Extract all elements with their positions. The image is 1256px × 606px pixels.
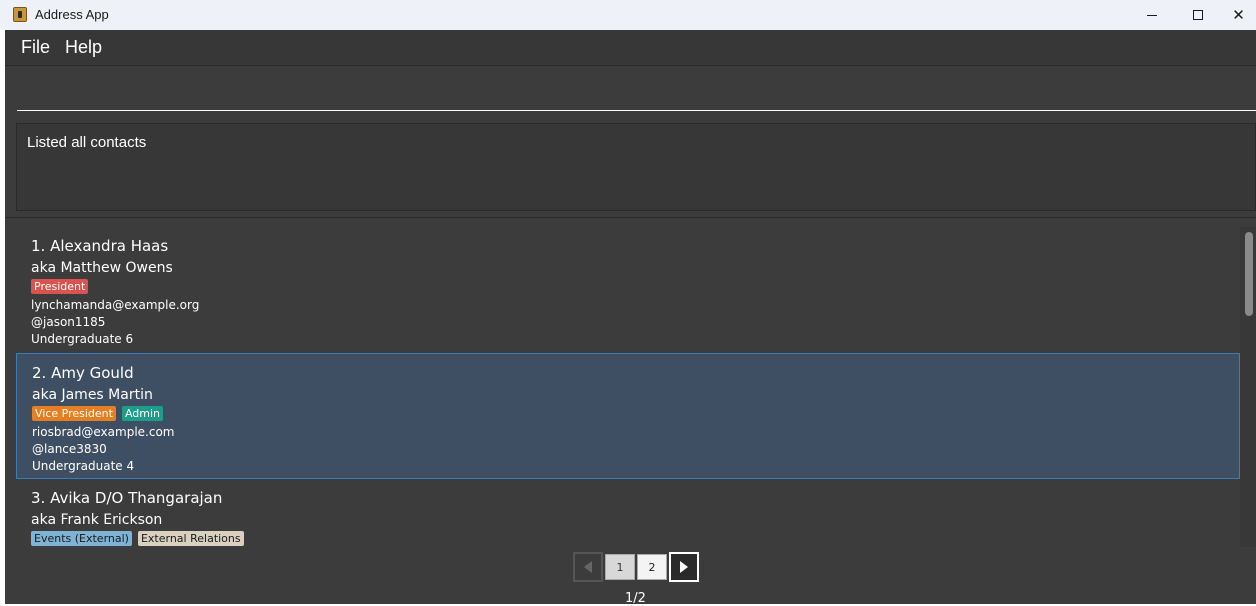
maximize-icon bbox=[1193, 10, 1203, 20]
contact-alias: aka Frank Erickson bbox=[31, 512, 163, 528]
contact-card[interactable]: 3. Avika D/O Thangarajan aka Frank Erick… bbox=[16, 479, 1240, 547]
contact-alias: aka Matthew Owens bbox=[31, 260, 173, 276]
contact-tags: Events (External) External Relations bbox=[31, 531, 244, 546]
page-1-button[interactable]: 1 bbox=[605, 554, 635, 580]
contact-list: 1. Alexandra Haas aka Matthew Owens Pres… bbox=[16, 227, 1256, 547]
window-title: Address App bbox=[35, 7, 109, 22]
result-message: Listed all contacts bbox=[27, 134, 147, 151]
contact-card[interactable]: 1. Alexandra Haas aka Matthew Owens Pres… bbox=[16, 227, 1240, 353]
contact-telegram: @jason1185 bbox=[31, 315, 106, 329]
result-display: Listed all contacts bbox=[16, 123, 1256, 211]
menu-help[interactable]: Help bbox=[65, 37, 102, 58]
close-button[interactable]: ✕ bbox=[1221, 0, 1256, 30]
close-icon: ✕ bbox=[1232, 6, 1245, 24]
pagination: 1 2 bbox=[573, 552, 699, 582]
contact-year: Undergraduate 4 bbox=[32, 459, 135, 473]
list-scrollbar[interactable] bbox=[1242, 227, 1256, 547]
contact-email: riosbrad@example.com bbox=[32, 425, 175, 439]
tag-admin: Admin bbox=[121, 406, 164, 421]
title-bar: Address App ✕ bbox=[0, 0, 1256, 30]
divider bbox=[5, 217, 1256, 218]
tag-vice-president: Vice President bbox=[32, 406, 116, 421]
command-box bbox=[5, 67, 1256, 117]
triangle-left-icon bbox=[584, 561, 592, 573]
minimize-button[interactable] bbox=[1129, 0, 1175, 30]
prev-page-button[interactable] bbox=[573, 552, 603, 582]
contact-telegram: @lance3830 bbox=[32, 442, 107, 456]
contact-card-selected[interactable]: 2. Amy Gould aka James Martin Vice Presi… bbox=[16, 353, 1240, 479]
contact-tags: President bbox=[31, 279, 89, 294]
triangle-right-icon bbox=[680, 561, 688, 573]
address-book-icon bbox=[13, 7, 27, 22]
app-window: File Help Listed all contacts 1. Alexand… bbox=[5, 30, 1256, 606]
page-2-button[interactable]: 2 bbox=[637, 554, 667, 580]
contact-alias: aka James Martin bbox=[32, 387, 153, 403]
tag-president: President bbox=[31, 279, 89, 294]
menu-file[interactable]: File bbox=[21, 37, 50, 58]
maximize-button[interactable] bbox=[1175, 0, 1221, 30]
menu-bar: File Help bbox=[5, 30, 1256, 66]
next-page-button[interactable] bbox=[669, 552, 699, 582]
tag-external-relations: External Relations bbox=[137, 531, 244, 546]
command-input[interactable] bbox=[17, 77, 1256, 111]
tag-events-external: Events (External) bbox=[31, 531, 132, 546]
contact-name: 3. Avika D/O Thangarajan bbox=[31, 489, 223, 507]
contact-email: lynchamanda@example.org bbox=[31, 298, 200, 312]
minimize-icon bbox=[1147, 14, 1157, 16]
scrollbar-thumb[interactable] bbox=[1245, 232, 1253, 316]
contact-name: 1. Alexandra Haas bbox=[31, 237, 169, 255]
contact-year: Undergraduate 6 bbox=[31, 332, 134, 346]
contact-tags: Vice President Admin bbox=[32, 406, 164, 421]
contact-name: 2. Amy Gould bbox=[32, 364, 134, 382]
